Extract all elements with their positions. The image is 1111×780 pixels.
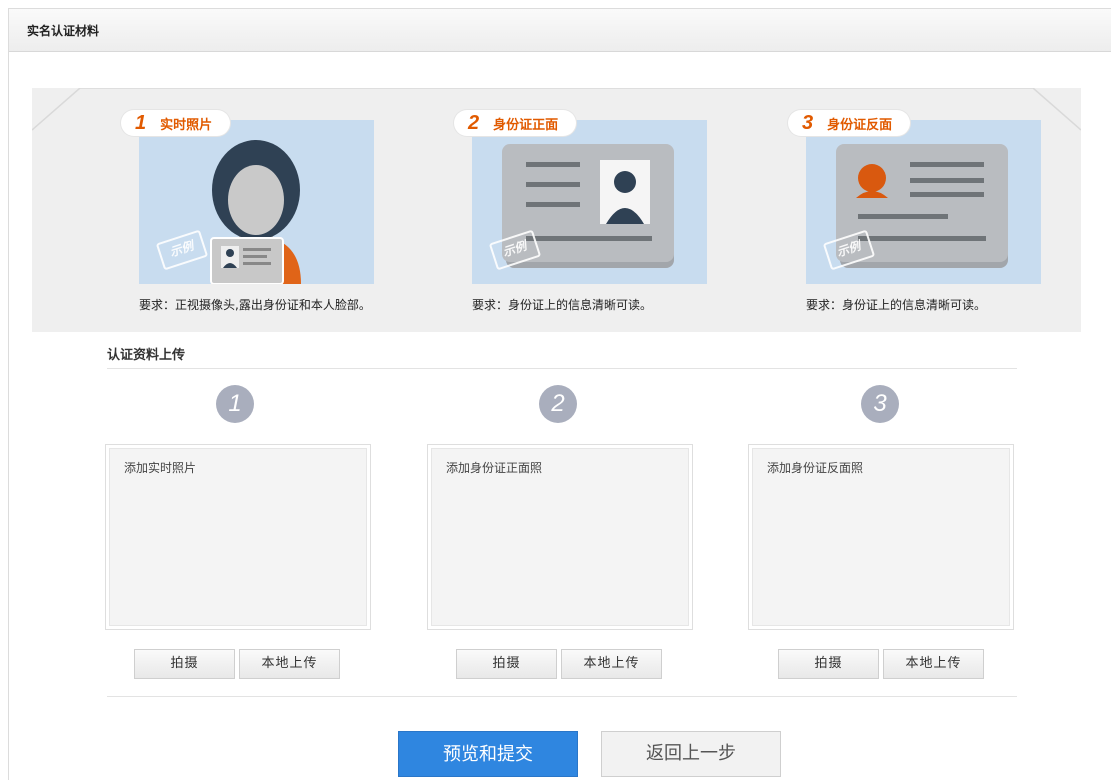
upload-box-id-front[interactable]: 添加身份证正面照 bbox=[427, 444, 693, 630]
panel-title: 实名认证材料 bbox=[27, 24, 100, 38]
shoot-button[interactable]: 拍摄 bbox=[456, 649, 557, 679]
upload-placeholder: 添加身份证反面照 bbox=[752, 448, 1010, 626]
example-label: 身份证反面 bbox=[827, 117, 893, 133]
realtime-photo-illustration: 示例 bbox=[139, 120, 374, 284]
example-requirement: 要求：身份证上的信息清晰可读。 bbox=[472, 298, 653, 312]
upload-section-title: 认证资料上传 bbox=[107, 348, 186, 363]
shoot-button[interactable]: 拍摄 bbox=[134, 649, 235, 679]
example-badge: 3 身份证反面 bbox=[788, 110, 911, 136]
step-number-circle: 1 bbox=[216, 385, 254, 423]
upload-placeholder: 添加实时照片 bbox=[109, 448, 367, 626]
back-button[interactable]: 返回上一步 bbox=[601, 731, 781, 777]
example-number: 1 bbox=[135, 111, 147, 134]
local-upload-button[interactable]: 本地上传 bbox=[883, 649, 984, 679]
example-label: 实时照片 bbox=[160, 117, 213, 133]
example-requirement: 要求：身份证上的信息清晰可读。 bbox=[806, 298, 987, 312]
panel-header: 实名认证材料 bbox=[9, 9, 1111, 52]
shoot-button[interactable]: 拍摄 bbox=[778, 649, 879, 679]
preview-submit-button[interactable]: 预览和提交 bbox=[398, 731, 578, 777]
example-label: 身份证正面 bbox=[493, 117, 559, 133]
upload-box-realtime-photo[interactable]: 添加实时照片 bbox=[105, 444, 371, 630]
example-requirement: 要求：正视摄像头,露出身份证和本人脸部。 bbox=[139, 298, 371, 312]
upload-box-id-back[interactable]: 添加身份证反面照 bbox=[748, 444, 1014, 630]
example-badge: 1 实时照片 bbox=[121, 110, 231, 136]
local-upload-button[interactable]: 本地上传 bbox=[561, 649, 662, 679]
upload-divider-top bbox=[107, 368, 1017, 369]
example-badge: 2 身份证正面 bbox=[454, 110, 577, 136]
example-number: 2 bbox=[468, 111, 480, 134]
upload-placeholder: 添加身份证正面照 bbox=[431, 448, 689, 626]
upload-divider-bottom bbox=[107, 696, 1017, 697]
id-back-illustration: 示例 bbox=[806, 120, 1041, 284]
example-number: 3 bbox=[802, 111, 814, 134]
local-upload-button[interactable]: 本地上传 bbox=[239, 649, 340, 679]
id-front-illustration: 示例 bbox=[472, 120, 707, 284]
examples-section: 1 实时照片 示例 要求：正视摄像头,露出身份证和本人脸部。 2 身份证正面 示… bbox=[32, 88, 1081, 332]
step-number-circle: 3 bbox=[861, 385, 899, 423]
step-number-circle: 2 bbox=[539, 385, 577, 423]
